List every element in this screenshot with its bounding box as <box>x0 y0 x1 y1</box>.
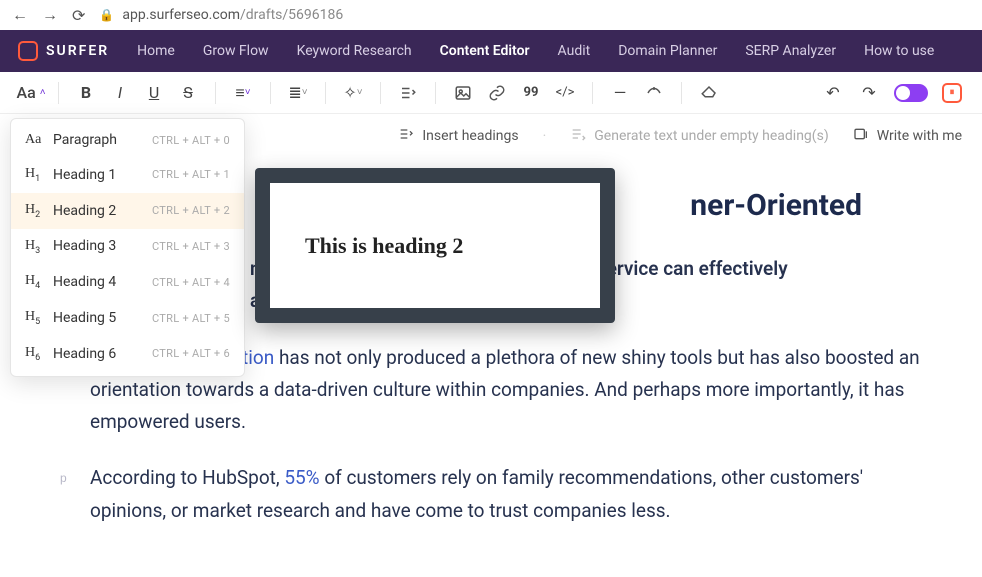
browser-chrome: ← → ⟳ 🔒 app.surferseo.com/drafts/5696186 <box>0 0 982 30</box>
strike-button[interactable]: S <box>177 82 199 104</box>
separator <box>58 82 59 104</box>
text-style-dropdown: AaParagraph CTRL + ALT + 0 H1Heading 1 C… <box>10 118 245 377</box>
dropdown-item-h1[interactable]: H1Heading 1 CTRL + ALT + 1 <box>11 157 244 193</box>
brand-name: SURFER <box>46 43 109 59</box>
clear-format-button[interactable] <box>643 82 665 104</box>
brand-icon <box>18 41 38 61</box>
separator <box>270 82 271 104</box>
heading-preview-text: This is heading 2 <box>305 233 463 259</box>
separator <box>435 82 436 104</box>
url-bar[interactable]: 🔒 app.surferseo.com/drafts/5696186 <box>99 7 970 23</box>
dropdown-item-h6[interactable]: H6Heading 6 CTRL + ALT + 6 <box>11 336 244 372</box>
nav-serp-analyzer[interactable]: SERP Analyzer <box>745 43 836 59</box>
heading-preview-inner: This is heading 2 <box>270 183 600 308</box>
app-badge-icon[interactable]: ⏸ <box>942 83 962 103</box>
undo-button[interactable]: ↶ <box>822 82 844 104</box>
insert-headings-label: Insert headings <box>422 128 518 144</box>
chevron-up-icon: ˄ <box>40 87 46 98</box>
list-button[interactable]: ≣ ˅ <box>287 82 309 104</box>
generate-text-label: Generate text under empty heading(s) <box>594 128 828 144</box>
write-with-me-label: Write with me <box>877 128 962 144</box>
code-button[interactable]: </> <box>554 82 576 104</box>
italic-button[interactable]: I <box>109 82 131 104</box>
toggle-switch[interactable] <box>894 84 928 102</box>
url-host: app.surferseo.com <box>122 7 240 23</box>
insert-headings-icon <box>398 126 414 146</box>
hr-button[interactable]: — <box>609 82 631 104</box>
text-style-label: Aa <box>16 83 35 102</box>
redo-button[interactable]: ↷ <box>858 82 880 104</box>
lock-icon: 🔒 <box>99 8 114 22</box>
bold-button[interactable]: B <box>75 82 97 104</box>
insert-heading-icon[interactable] <box>397 82 419 104</box>
nav-content-editor[interactable]: Content Editor <box>440 43 530 59</box>
dropdown-item-paragraph[interactable]: AaParagraph CTRL + ALT + 0 <box>11 123 244 157</box>
image-button[interactable] <box>452 82 474 104</box>
separator <box>681 82 682 104</box>
top-nav: SURFER Home Grow Flow Keyword Research C… <box>0 30 982 72</box>
nav-how-to-use[interactable]: How to use <box>864 43 934 59</box>
dropdown-item-h4[interactable]: H4Heading 4 CTRL + ALT + 4 <box>11 264 244 300</box>
separator <box>215 82 216 104</box>
reload-icon[interactable]: ⟳ <box>72 6 85 25</box>
separator <box>380 82 381 104</box>
editor-toolbar: Aa ˄ B I U S ≡ ˅ ≣ ˅ ✧ ˅ 99 </> — ↶ ↷ ⏸ <box>0 72 982 114</box>
text-style-button[interactable]: Aa ˄ <box>20 82 42 104</box>
generate-text-action[interactable]: Generate text under empty heading(s) <box>570 126 828 146</box>
nav-grow-flow[interactable]: Grow Flow <box>203 43 269 59</box>
dropdown-item-h5[interactable]: H5Heading 5 CTRL + ALT + 5 <box>11 300 244 336</box>
nav-home[interactable]: Home <box>137 43 175 59</box>
quote-button[interactable]: 99 <box>520 82 542 104</box>
ai-button[interactable]: ✧ ˅ <box>342 82 364 104</box>
brand[interactable]: SURFER <box>18 41 109 61</box>
back-icon[interactable]: ← <box>12 5 28 25</box>
dropdown-item-h3[interactable]: H3Heading 3 CTRL + ALT + 3 <box>11 229 244 265</box>
link-button[interactable] <box>486 82 508 104</box>
heading-preview-tooltip: This is heading 2 <box>255 168 615 323</box>
align-button[interactable]: ≡ ˅ <box>232 82 254 104</box>
generate-text-icon <box>570 126 586 146</box>
nav-keyword-research[interactable]: Keyword Research <box>297 43 412 59</box>
dropdown-item-h2[interactable]: H2Heading 2 CTRL + ALT + 2 <box>11 193 244 229</box>
url-path: /drafts/5696186 <box>240 7 343 23</box>
separator <box>592 82 593 104</box>
write-with-me-icon <box>853 126 869 146</box>
nav-domain-planner[interactable]: Domain Planner <box>618 43 717 59</box>
eraser-button[interactable] <box>698 82 720 104</box>
separator: · <box>543 128 547 144</box>
underline-button[interactable]: U <box>143 82 165 104</box>
nav-audit[interactable]: Audit <box>558 43 591 59</box>
link-55-percent[interactable]: 55% <box>284 466 319 489</box>
document-paragraph[interactable]: According to HubSpot, 55% of customers r… <box>60 462 922 527</box>
write-with-me-action[interactable]: Write with me <box>853 126 962 146</box>
separator <box>325 82 326 104</box>
insert-headings-action[interactable]: Insert headings <box>398 126 518 146</box>
forward-icon[interactable]: → <box>42 5 58 25</box>
